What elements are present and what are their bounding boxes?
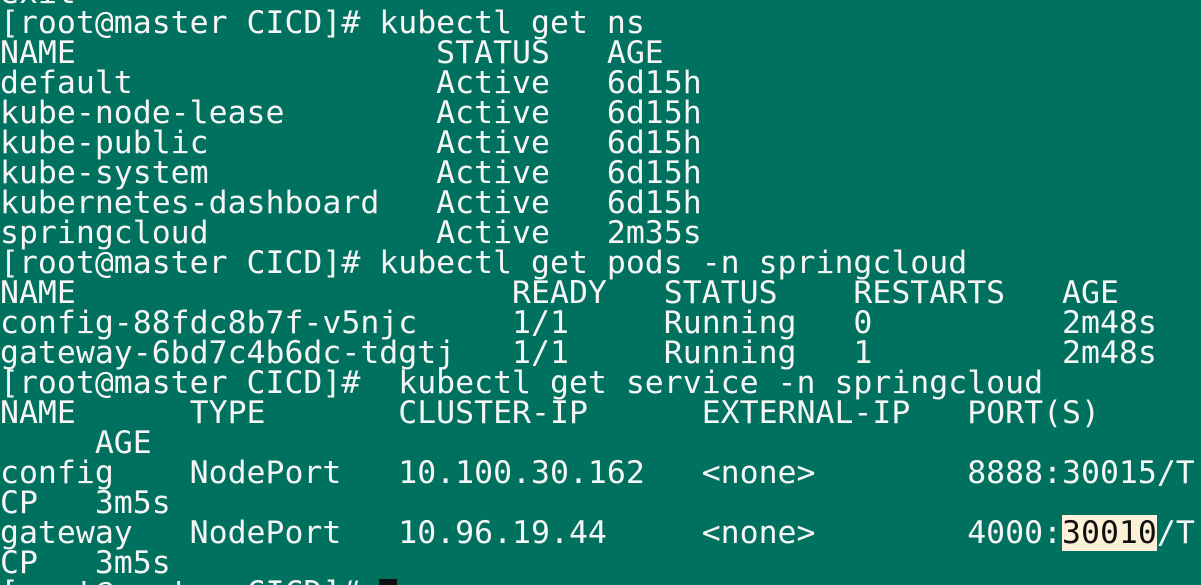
terminal-line-text: /T	[1156, 515, 1195, 551]
terminal-line: AGE	[0, 425, 152, 461]
terminal-line: NAME TYPE CLUSTER-IP EXTERNAL-IP PORT(S)	[0, 395, 1100, 431]
selected-text[interactable]: 30010	[1062, 515, 1157, 551]
terminal-window[interactable]: exit [root@master CICD]# kubectl get ns …	[0, 0, 1201, 585]
terminal-line-gateway: gateway NodePort 10.96.19.44 <none> 4000…	[0, 515, 1195, 551]
terminal-line: kube-public Active 6d15h	[0, 125, 702, 161]
text-cursor	[379, 579, 398, 585]
terminal-line: CP 3m5s	[0, 485, 171, 521]
terminal-line: NAME READY STATUS RESTARTS AGE	[0, 275, 1119, 311]
terminal-line: config-88fdc8b7f-v5njc 1/1 Running 0 2m4…	[0, 305, 1157, 341]
terminal-line: config NodePort 10.100.30.162 <none> 888…	[0, 455, 1195, 491]
terminal-line: [root@master CICD]# kubectl get service …	[0, 365, 1044, 401]
terminal-line: gateway-6bd7c4b6dc-tdgtj 1/1 Running 1 2…	[0, 335, 1157, 371]
terminal-prompt-line[interactable]: [root@master CICD]#	[0, 575, 1195, 585]
terminal-line: CP 3m5s	[0, 545, 171, 581]
terminal-line: [root@master CICD]# kubectl get pods -n …	[0, 245, 968, 281]
terminal-line: [root@master CICD]# kubectl get ns	[0, 5, 645, 41]
terminal-line: default Active 6d15h	[0, 65, 702, 101]
prompt-text: [root@master CICD]#	[0, 575, 379, 585]
terminal-line: kubernetes-dashboard Active 6d15h	[0, 185, 702, 221]
terminal-line: NAME STATUS AGE	[0, 35, 664, 71]
terminal-output: exit [root@master CICD]# kubectl get ns …	[0, 0, 1195, 585]
terminal-line: kube-node-lease Active 6d15h	[0, 95, 702, 131]
terminal-line: kube-system Active 6d15h	[0, 155, 702, 191]
terminal-line: springcloud Active 2m35s	[0, 215, 702, 251]
